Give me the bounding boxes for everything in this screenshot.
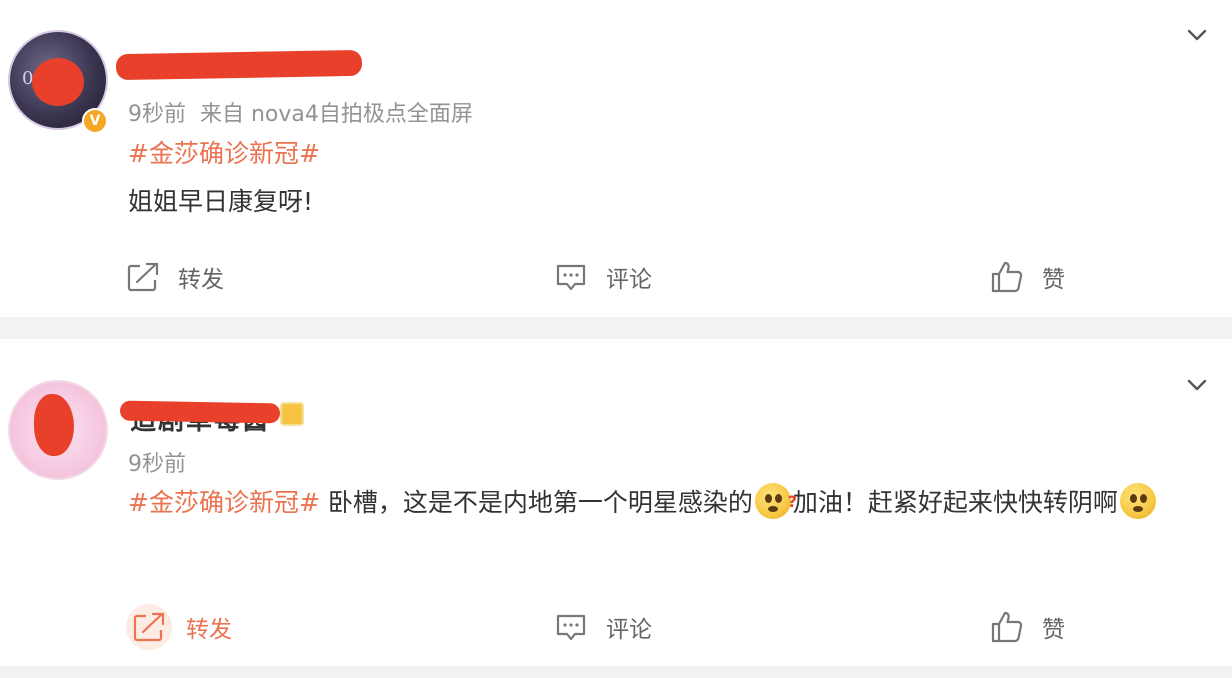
like-label: 赞 xyxy=(1042,617,1065,643)
post-time: 9秒前 xyxy=(128,452,186,477)
redaction-mark xyxy=(34,394,74,456)
bottom-separator xyxy=(0,666,1232,678)
repost-button[interactable]: 转发 xyxy=(126,602,232,652)
hashtag-link[interactable]: #金莎确诊新冠# xyxy=(128,488,320,517)
weibo-post: 追剧草莓酱 9秒前 #金莎确诊新冠# 卧槽，这是不是内地第一个明星感染的?加油！… xyxy=(0,0,1232,678)
chevron-down-icon[interactable] xyxy=(1186,374,1208,396)
repost-label: 转发 xyxy=(186,617,232,643)
action-bar: 转发 评论 赞 xyxy=(0,602,1232,652)
post-text-part-1: 卧槽，这是不是内地第一个明星感染的 xyxy=(319,488,753,517)
comment-label: 评论 xyxy=(606,617,652,643)
comment-icon xyxy=(556,614,586,641)
comment-button[interactable]: 评论 xyxy=(554,602,652,652)
post-text: #金莎确诊新冠# 卧槽，这是不是内地第一个明星感染的? 加油！赶紧好起来快快转阴啊 xyxy=(128,478,1208,528)
pleading-emoji-icon xyxy=(1119,483,1156,519)
thumbs-up-icon xyxy=(991,611,1023,643)
avatar[interactable] xyxy=(8,380,108,480)
doubt-emoji-icon: ? xyxy=(754,483,797,519)
like-button[interactable]: 赞 xyxy=(990,602,1065,652)
repost-icon-highlight xyxy=(126,604,172,650)
vip-badge-icon xyxy=(280,402,304,426)
repost-icon xyxy=(133,612,165,642)
weibo-post-2-wrapper: 追剧草莓酱 9秒前 #金莎确诊新冠# 卧槽，这是不是内地第一个明星感染的?加油！… xyxy=(0,0,1232,678)
post-meta: 9秒前 xyxy=(128,446,186,478)
username-redacted xyxy=(119,400,281,424)
post-text-part-2: 加油！赶紧好起来快快转阴啊 xyxy=(792,488,1118,517)
